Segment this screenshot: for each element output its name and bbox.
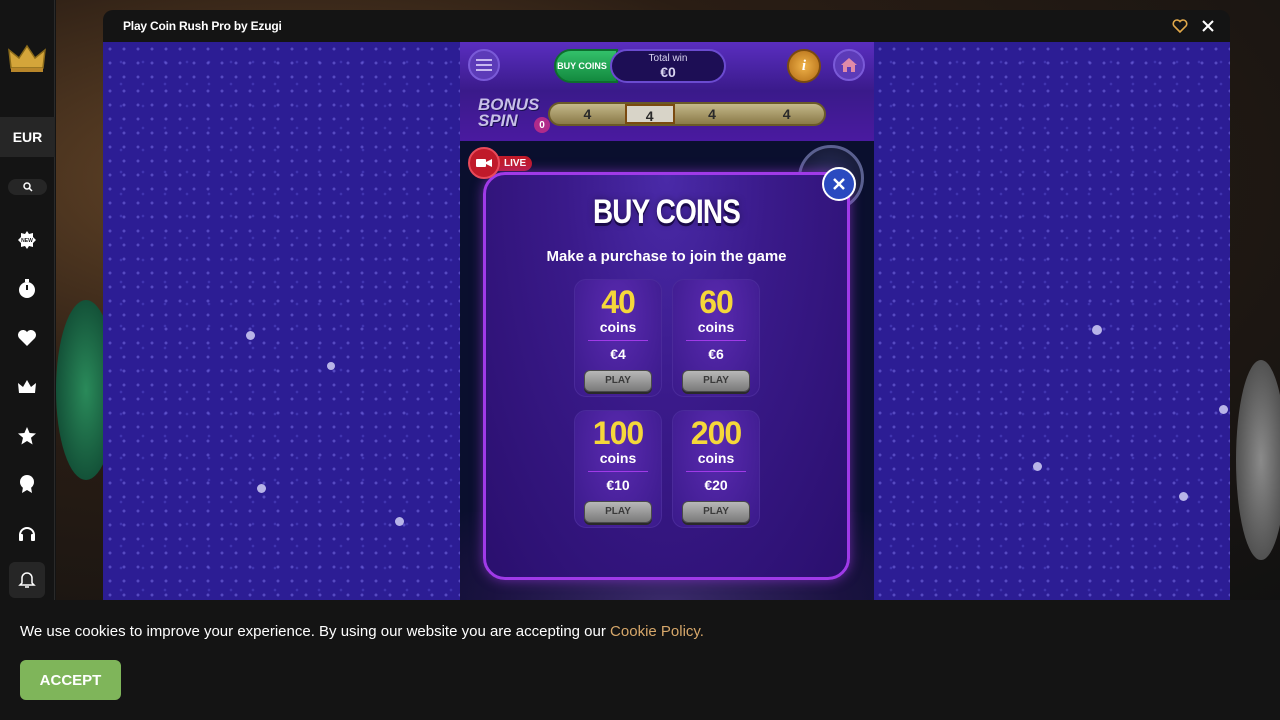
cookie-message: We use cookies to improve your experienc…	[20, 623, 704, 640]
offer-divider	[686, 471, 746, 472]
home-icon	[841, 58, 857, 72]
offer-divider	[588, 340, 648, 341]
game-top-bar: BUY COINS Total win €0 i	[460, 42, 874, 91]
live-camera-icon	[468, 147, 500, 179]
headset-icon[interactable]	[13, 519, 41, 547]
modal-close-button[interactable]	[822, 167, 856, 201]
heart-icon[interactable]	[13, 324, 41, 352]
cookie-policy-link[interactable]: Cookie Policy.	[610, 623, 704, 640]
menu-button[interactable]	[468, 49, 500, 81]
bonus-cell: 4	[583, 106, 592, 122]
offer-unit: coins	[599, 319, 637, 335]
offer-unit: coins	[697, 319, 735, 335]
offer-amount: 40	[601, 284, 636, 320]
hamburger-icon	[476, 59, 492, 71]
bonus-count-badge: 0	[534, 117, 550, 133]
close-game-icon[interactable]	[1200, 18, 1216, 34]
sparkle-dot	[1179, 492, 1188, 501]
modal-title: BUY COINS	[592, 193, 741, 231]
coin-offer-60: 60 coins €6 PLAY	[672, 279, 760, 397]
background-coin	[1236, 360, 1280, 560]
sparkle-dot	[257, 484, 266, 493]
search-button[interactable]	[8, 179, 47, 195]
offer-price: €6	[708, 346, 724, 362]
award-icon[interactable]	[13, 470, 41, 498]
play-button[interactable]: PLAY	[584, 370, 652, 392]
modal-subtitle: Make a purchase to join the game	[546, 248, 787, 265]
total-win-value: €0	[660, 64, 676, 80]
svg-text:NEW: NEW	[21, 238, 33, 244]
play-button[interactable]: PLAY	[682, 501, 750, 523]
game-titlebar: Play Coin Rush Pro by Ezugi	[103, 10, 1230, 42]
offer-amount: 60	[699, 284, 734, 320]
game-title: Play Coin Rush Pro by Ezugi	[123, 19, 282, 33]
sparkle-dot	[395, 517, 404, 526]
total-win-label: Total win	[648, 53, 688, 64]
play-button[interactable]: PLAY	[682, 370, 750, 392]
coin-offer-40: 40 coins €4 PLAY	[574, 279, 662, 397]
bonus-cell: 4	[782, 106, 791, 122]
info-button[interactable]: i	[787, 49, 821, 83]
bonus-cell: 4	[708, 106, 716, 122]
buy-coins-button[interactable]: BUY COINS	[554, 49, 618, 83]
play-button[interactable]: PLAY	[584, 501, 652, 523]
notifications-button[interactable]	[9, 562, 45, 598]
offer-price: €20	[704, 477, 728, 493]
crown-icon[interactable]	[13, 373, 41, 401]
bell-icon	[18, 572, 36, 588]
favorite-heart-icon[interactable]	[1172, 18, 1188, 34]
sparkle-dot	[246, 331, 255, 340]
sparkle-dot	[327, 362, 335, 370]
bonus-spin-bar: BONUS SPIN 0 4 4 4 4	[460, 91, 874, 141]
star-icon[interactable]	[13, 422, 41, 450]
home-button[interactable]	[833, 49, 865, 81]
offer-amount: 200	[690, 415, 742, 451]
sparkle-dot	[1092, 325, 1102, 335]
clock-icon[interactable]	[13, 275, 41, 303]
total-win-display: Total win €0	[610, 49, 726, 83]
new-games-icon[interactable]: NEW	[13, 226, 41, 254]
offer-price: €4	[610, 346, 626, 362]
buy-coins-modal: BUY COINS Make a purchase to join the ga…	[483, 172, 850, 580]
accept-cookies-button[interactable]: ACCEPT	[20, 660, 121, 700]
offer-divider	[686, 340, 746, 341]
coin-offer-100: 100 coins €10 PLAY	[574, 410, 662, 528]
sparkle-dot	[1219, 405, 1228, 414]
offer-unit: coins	[697, 450, 735, 466]
sidebar: EUR NEW	[0, 0, 55, 600]
offer-unit: coins	[599, 450, 637, 466]
offer-amount: 100	[592, 415, 644, 451]
cookie-text: We use cookies to improve your experienc…	[20, 623, 611, 640]
crown-logo-icon[interactable]	[7, 42, 47, 74]
search-icon	[22, 182, 33, 192]
offer-price: €10	[606, 477, 630, 493]
bonus-track: 4 4 4 4	[548, 102, 826, 126]
coin-offer-200: 200 coins €20 PLAY	[672, 410, 760, 528]
sparkle-dot	[1033, 462, 1042, 471]
bonus-cell-active: 4	[624, 104, 675, 124]
close-icon	[833, 178, 845, 190]
offer-divider	[588, 471, 648, 472]
cookie-banner: We use cookies to improve your experienc…	[0, 600, 1280, 720]
currency-selector[interactable]: EUR	[0, 117, 55, 157]
